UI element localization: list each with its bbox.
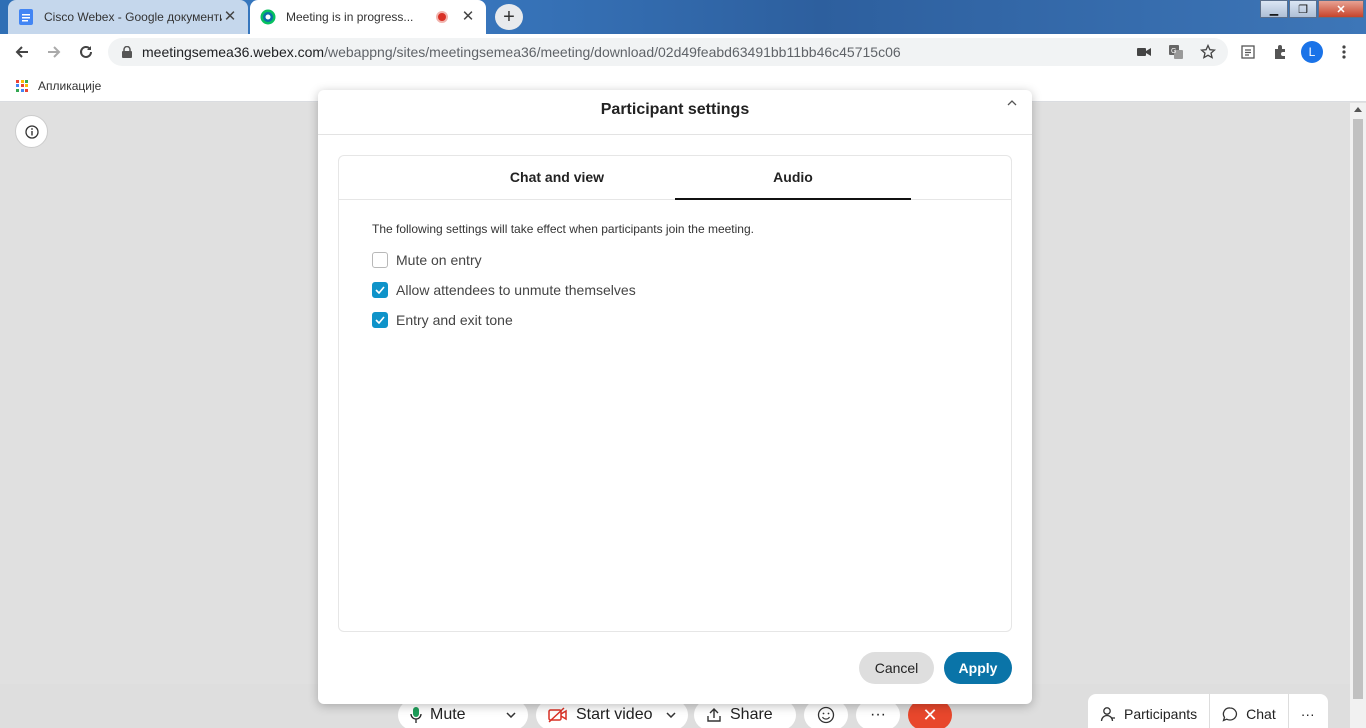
browser-tab-webex[interactable]: Meeting is in progress... ✕ (250, 0, 486, 34)
settings-description: The following settings will take effect … (372, 222, 754, 236)
tab-chat-and-view[interactable]: Chat and view (439, 156, 675, 200)
kebab-menu-icon[interactable] (1334, 42, 1354, 62)
apps-bookmark-label[interactable]: Апликације (38, 79, 101, 93)
maximize-button[interactable]: ❐ (1289, 0, 1317, 18)
settings-tabs: Chat and view Audio (339, 156, 1011, 200)
panel-more-label: ··· (1300, 706, 1315, 722)
share-icon (706, 707, 722, 723)
apps-grid-icon[interactable] (16, 79, 28, 92)
option-label: Mute on entry (396, 252, 482, 268)
cancel-button[interactable]: Cancel (859, 652, 934, 684)
more-label: ··· (870, 706, 886, 723)
chevron-down-icon[interactable] (506, 712, 516, 718)
person-icon (1100, 706, 1116, 722)
leave-meeting-button[interactable]: ✕ (908, 700, 952, 728)
participants-button[interactable]: Participants (1088, 694, 1209, 728)
start-video-button[interactable]: Start video (536, 700, 688, 728)
dialog-header: Participant settings (318, 90, 1032, 135)
translate-icon[interactable]: G (1168, 44, 1184, 60)
panel-toggle-bar: Participants Chat ··· (1088, 694, 1328, 728)
more-options-button[interactable]: ··· (856, 700, 900, 728)
scroll-thumb[interactable] (1353, 119, 1363, 699)
chevron-down-icon[interactable] (666, 712, 676, 718)
scroll-up-arrow-icon[interactable] (1354, 107, 1362, 112)
start-video-label: Start video (576, 706, 653, 723)
chat-button[interactable]: Chat (1210, 694, 1288, 728)
webex-icon (260, 9, 276, 25)
chevron-up-icon[interactable] (1004, 96, 1020, 108)
recording-icon (436, 11, 448, 23)
forward-arrow-icon[interactable] (40, 38, 68, 66)
smiley-icon (817, 706, 835, 724)
tab-audio[interactable]: Audio (675, 156, 911, 200)
browser-tab-google-docs[interactable]: Cisco Webex - Google документи ✕ (8, 0, 248, 34)
chat-bubble-icon (1222, 706, 1238, 722)
profile-avatar[interactable]: L (1301, 41, 1323, 63)
reload-icon[interactable] (72, 38, 100, 66)
svg-text:G: G (1171, 48, 1176, 55)
share-label: Share (730, 706, 773, 723)
panel-more-button[interactable]: ··· (1289, 694, 1327, 728)
apply-button[interactable]: Apply (944, 652, 1012, 684)
allow-unmute-option[interactable]: Allow attendees to unmute themselves (372, 281, 636, 299)
mute-on-entry-option[interactable]: Mute on entry (372, 251, 482, 269)
window-close-button[interactable]: ✕ (1318, 0, 1364, 18)
browser-toolbar: meetingsemea36.webex.com/webappng/sites/… (0, 34, 1366, 70)
camera-icon[interactable] (1136, 44, 1152, 60)
mute-on-entry-checkbox[interactable] (372, 252, 388, 268)
lock-icon (122, 46, 132, 58)
mute-label: Mute (430, 706, 466, 723)
window-controls: ▁ ❐ ✕ (1259, 0, 1364, 18)
checkmark-icon (375, 316, 385, 324)
dialog-title: Participant settings (600, 101, 750, 118)
url-host: meetingsemea36.webex.com (142, 44, 325, 60)
reading-list-icon[interactable] (1238, 42, 1258, 62)
option-label: Entry and exit tone (396, 312, 513, 328)
page-scrollbar[interactable] (1350, 103, 1366, 728)
reactions-button[interactable] (804, 700, 848, 728)
url-path: /webappng/sites/meetingsemea36/meeting/d… (324, 44, 901, 60)
google-docs-icon (18, 9, 34, 25)
star-icon[interactable] (1200, 44, 1216, 60)
video-off-icon (548, 707, 568, 723)
allow-unmute-checkbox[interactable] (372, 282, 388, 298)
mute-button[interactable]: Mute (398, 700, 528, 728)
meeting-info-button[interactable] (15, 115, 48, 148)
new-tab-button[interactable]: + (495, 4, 523, 30)
close-icon: ✕ (922, 704, 938, 725)
address-bar[interactable]: meetingsemea36.webex.com/webappng/sites/… (108, 38, 1228, 66)
close-icon[interactable]: ✕ (460, 9, 476, 25)
participants-label: Participants (1124, 706, 1198, 722)
extensions-icon[interactable] (1270, 42, 1290, 62)
chat-label: Chat (1246, 706, 1276, 722)
share-button[interactable]: Share (694, 700, 796, 728)
entry-exit-tone-checkbox[interactable] (372, 312, 388, 328)
browser-tab-strip: Cisco Webex - Google документи ✕ Meeting… (0, 0, 1366, 34)
checkmark-icon (375, 286, 385, 294)
participant-settings-dialog: Participant settings Chat and view Audio… (318, 90, 1032, 704)
minimize-button[interactable]: ▁ (1260, 0, 1288, 18)
microphone-icon (410, 706, 422, 724)
tab-title: Cisco Webex - Google документи (44, 10, 222, 24)
settings-panel: Chat and view Audio The following settin… (338, 155, 1012, 632)
option-label: Allow attendees to unmute themselves (396, 282, 636, 298)
close-icon[interactable]: ✕ (222, 9, 238, 25)
entry-exit-tone-option[interactable]: Entry and exit tone (372, 311, 513, 329)
back-arrow-icon[interactable] (8, 38, 36, 66)
info-icon (24, 124, 39, 139)
tab-title: Meeting is in progress... (286, 10, 414, 24)
